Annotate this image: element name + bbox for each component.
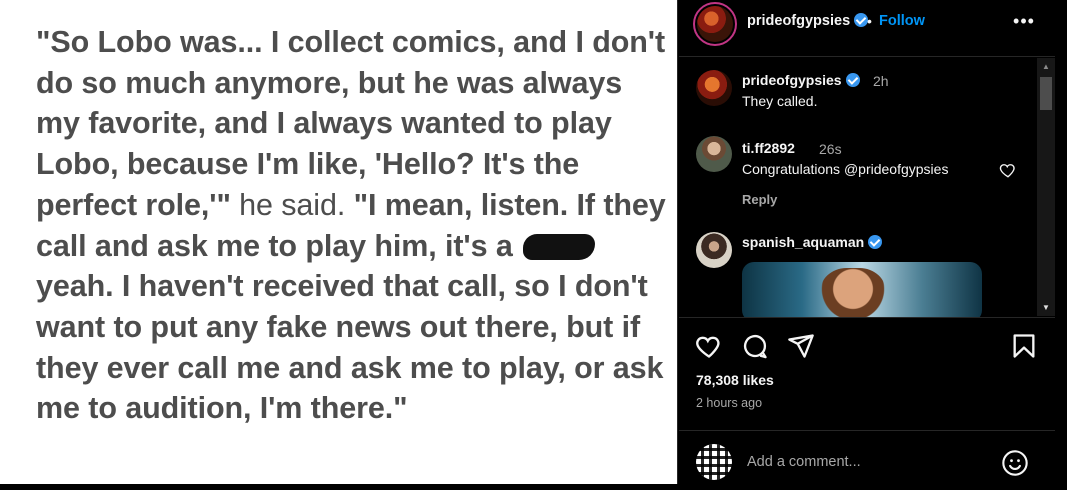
comment-text: Congratulations @prideofgypsies xyxy=(742,161,949,177)
bookmark-icon[interactable] xyxy=(1010,332,1038,360)
share-icon[interactable] xyxy=(787,332,815,360)
author-avatar-image xyxy=(697,6,733,42)
comment-timestamp[interactable]: 2h xyxy=(873,73,889,89)
post-actions xyxy=(679,330,1055,370)
more-options-icon[interactable]: ••• xyxy=(1012,11,1036,31)
comment-username-text[interactable]: spanish_aquaman xyxy=(742,234,864,250)
emoji-icon[interactable] xyxy=(1001,449,1029,477)
separator-dot: • xyxy=(867,13,872,29)
quote-text: "So Lobo was... I collect comics, and I … xyxy=(36,22,666,429)
comment-icon[interactable] xyxy=(741,332,769,360)
comment-username-text[interactable]: prideofgypsies xyxy=(742,72,842,88)
comment-text: They called. xyxy=(742,93,818,109)
heart-icon[interactable] xyxy=(999,161,1017,179)
add-comment-bar xyxy=(679,430,1055,490)
author-username-text[interactable]: prideofgypsies xyxy=(747,13,850,29)
comment-media-thumbnail[interactable] xyxy=(742,262,982,317)
comment-input[interactable] xyxy=(747,450,987,474)
comments-scrollbar[interactable]: ▲ ▼ xyxy=(1037,58,1055,316)
comment-username[interactable]: prideofgypsies xyxy=(742,72,860,88)
redaction-mark xyxy=(523,233,596,260)
quote-part-3: yeah. I haven't received that call, so I… xyxy=(36,269,664,426)
comment-avatar[interactable] xyxy=(696,232,732,268)
post-image: "So Lobo was... I collect comics, and I … xyxy=(0,0,678,490)
verified-badge-icon xyxy=(868,235,883,249)
comment-timestamp[interactable]: 26s xyxy=(819,141,842,157)
comment-avatar[interactable] xyxy=(696,70,732,106)
scroll-down-arrow[interactable]: ▼ xyxy=(1037,299,1055,316)
comment-username[interactable]: spanish_aquaman xyxy=(742,234,883,250)
likes-count[interactable]: 78,308 likes xyxy=(696,372,774,388)
follow-button[interactable]: Follow xyxy=(879,13,925,29)
reply-button[interactable]: Reply xyxy=(742,192,777,207)
image-bottom-border xyxy=(0,484,678,490)
verified-badge-icon xyxy=(845,73,860,87)
comment-item: prideofgypsies 2h They called. xyxy=(679,58,1029,118)
comment-item: ti.ff2892 26s Congratulations @prideofgy… xyxy=(679,118,1029,218)
comments-list[interactable]: prideofgypsies 2h They called. ti.ff2892… xyxy=(679,58,1055,318)
comment-username[interactable]: ti.ff2892 xyxy=(742,140,795,156)
post-timestamp[interactable]: 2 hours ago xyxy=(696,396,762,410)
heart-icon[interactable] xyxy=(695,332,723,360)
thumbnail-face xyxy=(820,268,886,317)
quote-part-said: he said. xyxy=(230,187,354,222)
scroll-thumb[interactable] xyxy=(1040,77,1052,110)
current-user-avatar xyxy=(696,444,732,480)
scroll-up-arrow[interactable]: ▲ xyxy=(1037,58,1055,75)
author-avatar[interactable] xyxy=(693,2,737,46)
post-header: prideofgypsies • Follow ••• xyxy=(679,0,1055,57)
post-sidebar: prideofgypsies • Follow ••• prideofgypsi… xyxy=(679,0,1067,490)
comment-avatar[interactable] xyxy=(696,136,732,172)
author-username[interactable]: prideofgypsies xyxy=(747,13,869,29)
